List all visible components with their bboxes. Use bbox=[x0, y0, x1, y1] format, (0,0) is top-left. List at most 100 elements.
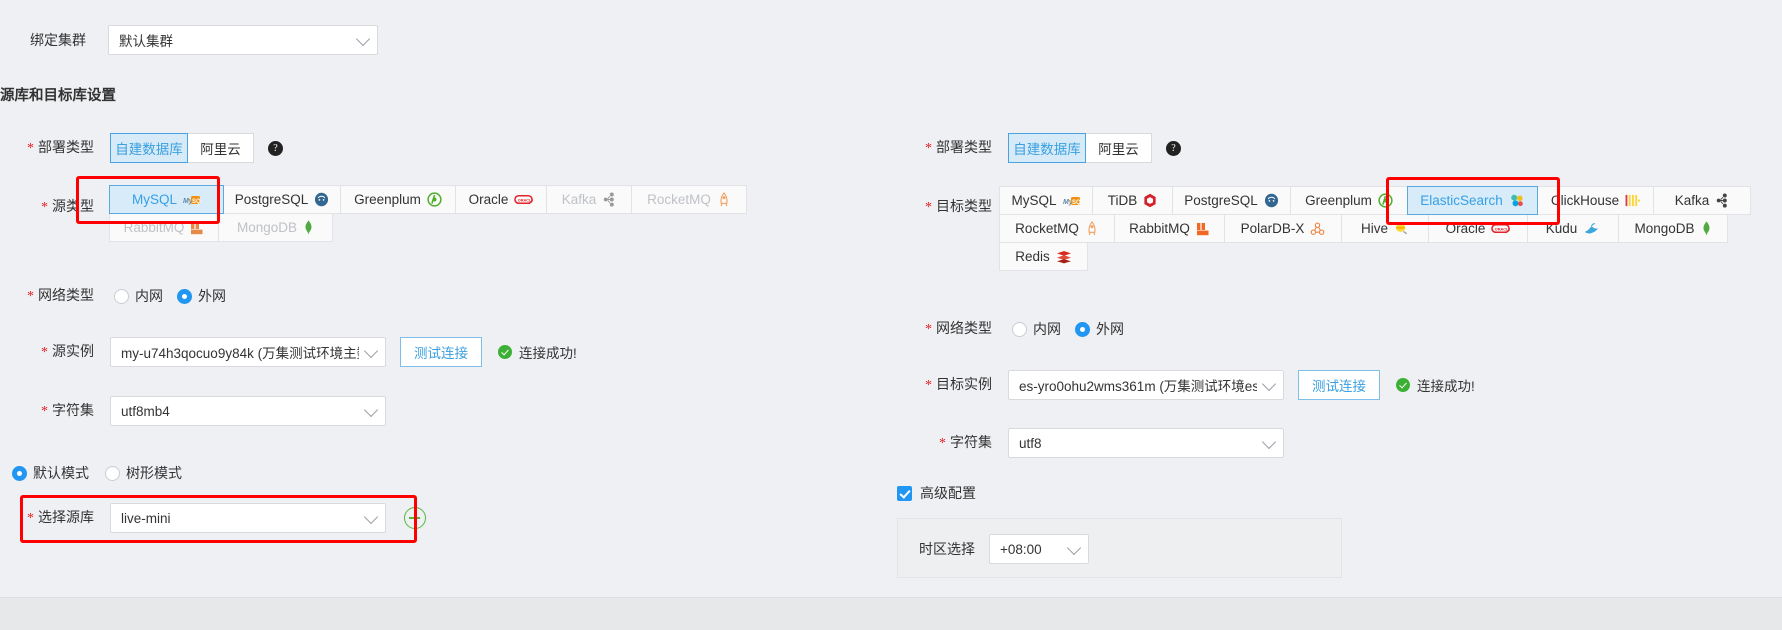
source-charset-value: utf8mb4 bbox=[121, 403, 170, 419]
target-type-tile-label: ClickHouse bbox=[1550, 193, 1620, 208]
target-deploy-option-self-built[interactable]: 自建数据库 bbox=[1008, 133, 1086, 163]
chevron-down-icon bbox=[355, 31, 371, 47]
source-type-tile-label: MySQL bbox=[131, 192, 177, 207]
timezone-value: +08:00 bbox=[1000, 541, 1042, 557]
source-type-tile-greenplum[interactable]: Greenplum bbox=[340, 185, 456, 214]
source-instance-select[interactable]: my-u74h3qocuo9y84k (万集测试环境主数据. bbox=[110, 337, 386, 367]
source-type-tile-label: PostgreSQL bbox=[234, 192, 309, 207]
source-database-select[interactable]: live-mini bbox=[110, 503, 386, 533]
source-type-tile-label: Kafka bbox=[561, 192, 597, 207]
source-type-tile-oracle[interactable]: Oracle ORACLE bbox=[455, 185, 547, 214]
cluster-select[interactable]: 默认集群 bbox=[108, 25, 378, 55]
source-connection-status: 连接成功! bbox=[498, 342, 577, 362]
target-type-tile-label: PolarDB-X bbox=[1240, 221, 1305, 236]
source-type-label-row: * 源类型 bbox=[22, 196, 94, 218]
target-deploy-row: * 部署类型 自建数据库 阿里云 ? bbox=[920, 133, 1181, 163]
source-deploy-help-icon[interactable]: ? bbox=[268, 140, 283, 156]
source-type-tile-label: RocketMQ bbox=[647, 192, 711, 207]
add-database-button[interactable] bbox=[404, 507, 426, 529]
target-type-tile-polardbx[interactable]: PolarDB-X bbox=[1224, 214, 1342, 243]
mysql-icon: MySQL bbox=[1063, 195, 1081, 207]
source-test-connection-button[interactable]: 测试连接 bbox=[400, 337, 482, 367]
target-type-tile-postgresql[interactable]: PostgreSQL bbox=[1172, 186, 1291, 215]
timezone-select[interactable]: +08:00 bbox=[989, 534, 1089, 564]
source-type-tile-kafka[interactable]: Kafka bbox=[546, 185, 632, 214]
target-type-tile-label: Oracle bbox=[1445, 221, 1486, 236]
required-marker: * bbox=[41, 345, 48, 360]
source-mode-option-tree[interactable]: 树形模式 bbox=[105, 463, 182, 483]
target-type-tile-tidb[interactable]: TiDB bbox=[1092, 186, 1173, 215]
target-network-option-label: 外网 bbox=[1096, 321, 1124, 337]
target-network-row: * 网络类型 内网 外网 bbox=[920, 318, 1124, 340]
target-type-tile-mysql[interactable]: MySQL MySQL bbox=[999, 186, 1093, 215]
target-network-option-internet[interactable]: 外网 bbox=[1075, 319, 1124, 339]
rabbitmq-icon bbox=[190, 221, 204, 235]
target-type-tile-rocketmq[interactable]: RocketMQ bbox=[999, 214, 1115, 243]
elasticsearch-icon bbox=[1509, 193, 1525, 208]
target-charset-value: utf8 bbox=[1019, 435, 1042, 451]
target-test-connection-button[interactable]: 测试连接 bbox=[1298, 370, 1380, 400]
source-database-label: * 选择源库 bbox=[27, 509, 94, 526]
radio-indicator bbox=[177, 288, 192, 304]
target-type-tile-label: ElasticSearch bbox=[1420, 193, 1503, 208]
mongodb-icon bbox=[1701, 221, 1712, 236]
chevron-down-icon bbox=[363, 343, 379, 359]
mongodb-icon bbox=[303, 220, 314, 235]
source-network-option-intranet[interactable]: 内网 bbox=[114, 286, 163, 306]
target-type-tile-mongodb[interactable]: MongoDB bbox=[1618, 214, 1728, 243]
target-network-option-label: 内网 bbox=[1033, 321, 1061, 337]
oracle-icon: ORACLE bbox=[1491, 223, 1510, 234]
kudu-icon bbox=[1583, 222, 1600, 236]
rocketmq-icon bbox=[717, 192, 731, 207]
source-deploy-row: * 部署类型 自建数据库 阿里云 ? bbox=[22, 133, 283, 163]
postgresql-icon bbox=[314, 192, 329, 207]
source-charset-label: * 字符集 bbox=[41, 402, 94, 419]
target-type-tile-greenplum[interactable]: Greenplum bbox=[1290, 186, 1408, 215]
target-instance-select[interactable]: es-yro0ohu2wms361m (万集测试环境es) bbox=[1008, 370, 1284, 400]
source-database-row: * 选择源库 live-mini bbox=[22, 503, 426, 533]
source-type-tile-mongodb[interactable]: MongoDB bbox=[218, 213, 333, 242]
source-charset-select[interactable]: utf8mb4 bbox=[110, 396, 386, 426]
target-network-option-intranet[interactable]: 内网 bbox=[1012, 319, 1061, 339]
polardbx-icon bbox=[1310, 222, 1325, 236]
source-type-tile-rabbitmq[interactable]: RabbitMQ bbox=[109, 213, 219, 242]
kafka-icon bbox=[602, 192, 616, 207]
target-charset-select[interactable]: utf8 bbox=[1008, 428, 1284, 458]
chevron-down-icon bbox=[1261, 376, 1277, 392]
target-type-tile-kudu[interactable]: Kudu bbox=[1527, 214, 1619, 243]
source-connection-status-text: 连接成功! bbox=[519, 346, 577, 361]
source-network-option-internet[interactable]: 外网 bbox=[177, 286, 226, 306]
postgresql-icon bbox=[1264, 193, 1279, 208]
target-type-tile-kafka[interactable]: Kafka bbox=[1653, 186, 1751, 215]
source-network-label: * 网络类型 bbox=[27, 287, 94, 304]
required-marker: * bbox=[27, 141, 34, 156]
target-connection-status-text: 连接成功! bbox=[1417, 379, 1475, 394]
target-type-tile-redis[interactable]: Redis bbox=[999, 242, 1088, 271]
target-type-tile-clickhouse[interactable]: ClickHouse bbox=[1537, 186, 1654, 215]
source-deploy-option-self-built[interactable]: 自建数据库 bbox=[110, 133, 188, 163]
source-type-tile-mysql[interactable]: MySQL MySQL bbox=[109, 185, 224, 214]
target-type-label-row: * 目标类型 bbox=[920, 196, 992, 218]
radio-indicator bbox=[1075, 321, 1090, 337]
oracle-icon: ORACLE bbox=[514, 194, 533, 205]
target-type-tile-hive[interactable]: Hive bbox=[1341, 214, 1429, 243]
target-deploy-help-icon[interactable]: ? bbox=[1166, 140, 1181, 156]
source-mode-option-label: 默认模式 bbox=[33, 465, 89, 481]
success-check-icon bbox=[498, 345, 512, 359]
target-type-tile-elasticsearch[interactable]: ElasticSearch bbox=[1407, 186, 1538, 215]
required-marker: * bbox=[939, 436, 946, 451]
target-type-tile-oracle[interactable]: Oracle ORACLE bbox=[1428, 214, 1528, 243]
source-mode-option-label: 树形模式 bbox=[126, 465, 182, 481]
source-type-tile-rocketmq[interactable]: RocketMQ bbox=[631, 185, 747, 214]
target-instance-value: es-yro0ohu2wms361m (万集测试环境es) bbox=[1019, 379, 1257, 394]
source-instance-row: *源实例 my-u74h3qocuo9y84k (万集测试环境主数据. 测试连接… bbox=[22, 337, 577, 367]
chevron-down-icon bbox=[1066, 540, 1082, 556]
source-type-tile-postgresql[interactable]: PostgreSQL bbox=[223, 185, 341, 214]
advanced-config-panel: 时区选择 +08:00 bbox=[897, 518, 1342, 578]
source-mode-option-default[interactable]: 默认模式 bbox=[12, 463, 89, 483]
source-deploy-option-aliyun[interactable]: 阿里云 bbox=[188, 133, 254, 163]
advanced-config-checkbox[interactable]: 高级配置 bbox=[897, 483, 976, 503]
target-type-tile-rabbitmq[interactable]: RabbitMQ bbox=[1114, 214, 1225, 243]
target-deploy-option-aliyun[interactable]: 阿里云 bbox=[1086, 133, 1152, 163]
source-type-label: * 源类型 bbox=[41, 198, 94, 215]
